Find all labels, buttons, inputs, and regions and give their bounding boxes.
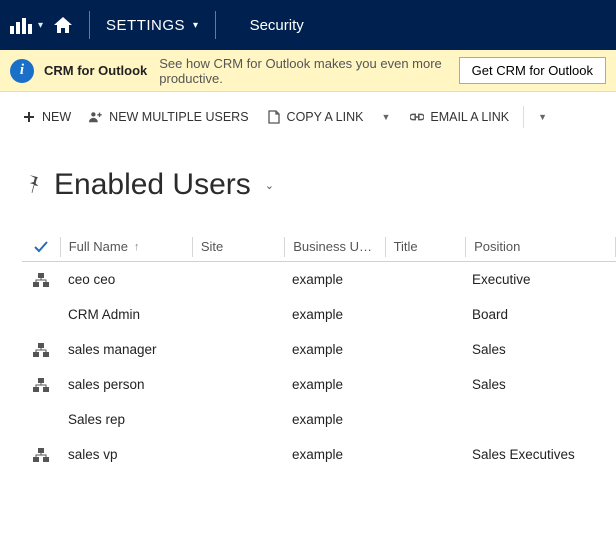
document-icon [267,110,281,124]
nav-divider [215,11,216,39]
nav-settings-label: SETTINGS [106,17,185,34]
col-header-title[interactable]: Title [386,239,466,254]
col-header-position[interactable]: Position [466,239,615,254]
cell-full-name: CRM Admin [60,307,192,322]
cell-full-name: sales manager [60,342,192,357]
table-row[interactable]: sales person example Sales [22,367,616,402]
sort-asc-icon: ↑ [134,241,140,253]
users-grid: Full Name ↑ Site Business Unit... Title … [22,232,616,472]
cell-business-unit: example [284,447,384,462]
cell-position: Sales [464,377,614,392]
page-title: Enabled Users [54,168,251,202]
command-toolbar: NEW NEW MULTIPLE USERS COPY A LINK ▼ EMA… [0,92,616,142]
page-title-area: Enabled Users ⌄ [22,168,616,202]
col-label: Business Unit... [293,239,383,254]
view-selector-chevron-icon[interactable]: ⌄ [265,179,274,192]
new-label: NEW [42,110,71,124]
logo-chevron-down-icon[interactable]: ▾ [38,20,43,31]
info-icon: i [10,59,34,83]
cell-full-name: Sales rep [60,412,192,427]
copy-link-dropdown[interactable]: ▼ [381,112,390,122]
hierarchy-icon[interactable] [22,378,60,392]
cell-full-name: sales vp [60,447,192,462]
cell-business-unit: example [284,377,384,392]
hierarchy-icon[interactable] [22,448,60,462]
hierarchy-icon[interactable] [22,273,60,287]
cell-position: Board [464,307,614,322]
grid-body: ceo ceo example Executive CRM Admin example B… [22,262,616,472]
cell-business-unit: example [284,412,384,427]
nav-settings[interactable]: SETTINGS ▾ [100,0,205,50]
nav-security[interactable]: Security [244,0,310,50]
home-icon[interactable] [47,0,79,50]
app-logo-icon[interactable] [6,10,36,40]
cell-business-unit: example [284,342,384,357]
new-multiple-users-button[interactable]: NEW MULTIPLE USERS [81,106,256,128]
table-row[interactable]: CRM Admin example Board [22,297,616,332]
link-icon [410,110,424,124]
pin-icon[interactable] [22,173,42,198]
cell-full-name: sales person [60,377,192,392]
cell-full-name: ceo ceo [60,272,192,287]
hierarchy-icon[interactable] [22,343,60,357]
chevron-down-icon: ▾ [193,20,199,31]
email-link-label: EMAIL A LINK [430,110,509,124]
cell-business-unit: example [284,307,384,322]
col-header-business-unit[interactable]: Business Unit... [285,239,384,254]
plus-icon [22,110,36,124]
col-label: Title [394,239,418,254]
toolbar-divider [523,106,524,128]
cell-position: Executive [464,272,614,287]
get-crm-button[interactable]: Get CRM for Outlook [459,57,606,84]
col-label: Position [474,239,520,254]
col-header-site[interactable]: Site [193,239,284,254]
table-row[interactable]: Sales rep example [22,402,616,437]
col-header-full-name[interactable]: Full Name ↑ [61,239,192,254]
table-row[interactable]: sales manager example Sales [22,332,616,367]
new-multiple-label: NEW MULTIPLE USERS [109,110,248,124]
top-navbar: ▾ SETTINGS ▾ Security [0,0,616,50]
notification-text: See how CRM for Outlook makes you even m… [159,56,446,86]
email-link-button[interactable]: EMAIL A LINK [402,106,517,128]
col-label: Site [201,239,223,254]
nav-security-label: Security [250,17,304,34]
notification-bar: i CRM for Outlook See how CRM for Outloo… [0,50,616,92]
users-plus-icon [89,110,103,124]
email-link-dropdown[interactable]: ▼ [538,112,547,122]
new-button[interactable]: NEW [14,106,79,128]
select-all-checkbox[interactable] [22,240,60,254]
copy-link-label: COPY A LINK [287,110,364,124]
notification-title: CRM for Outlook [44,63,147,78]
nav-divider [89,11,90,39]
table-row[interactable]: ceo ceo example Executive [22,262,616,297]
grid-header: Full Name ↑ Site Business Unit... Title … [22,232,616,262]
copy-link-button[interactable]: COPY A LINK [259,106,372,128]
cell-position: Sales [464,342,614,357]
cell-business-unit: example [284,272,384,287]
cell-position: Sales Executives [464,447,614,462]
col-label: Full Name [69,239,128,254]
table-row[interactable]: sales vp example Sales Executives [22,437,616,472]
